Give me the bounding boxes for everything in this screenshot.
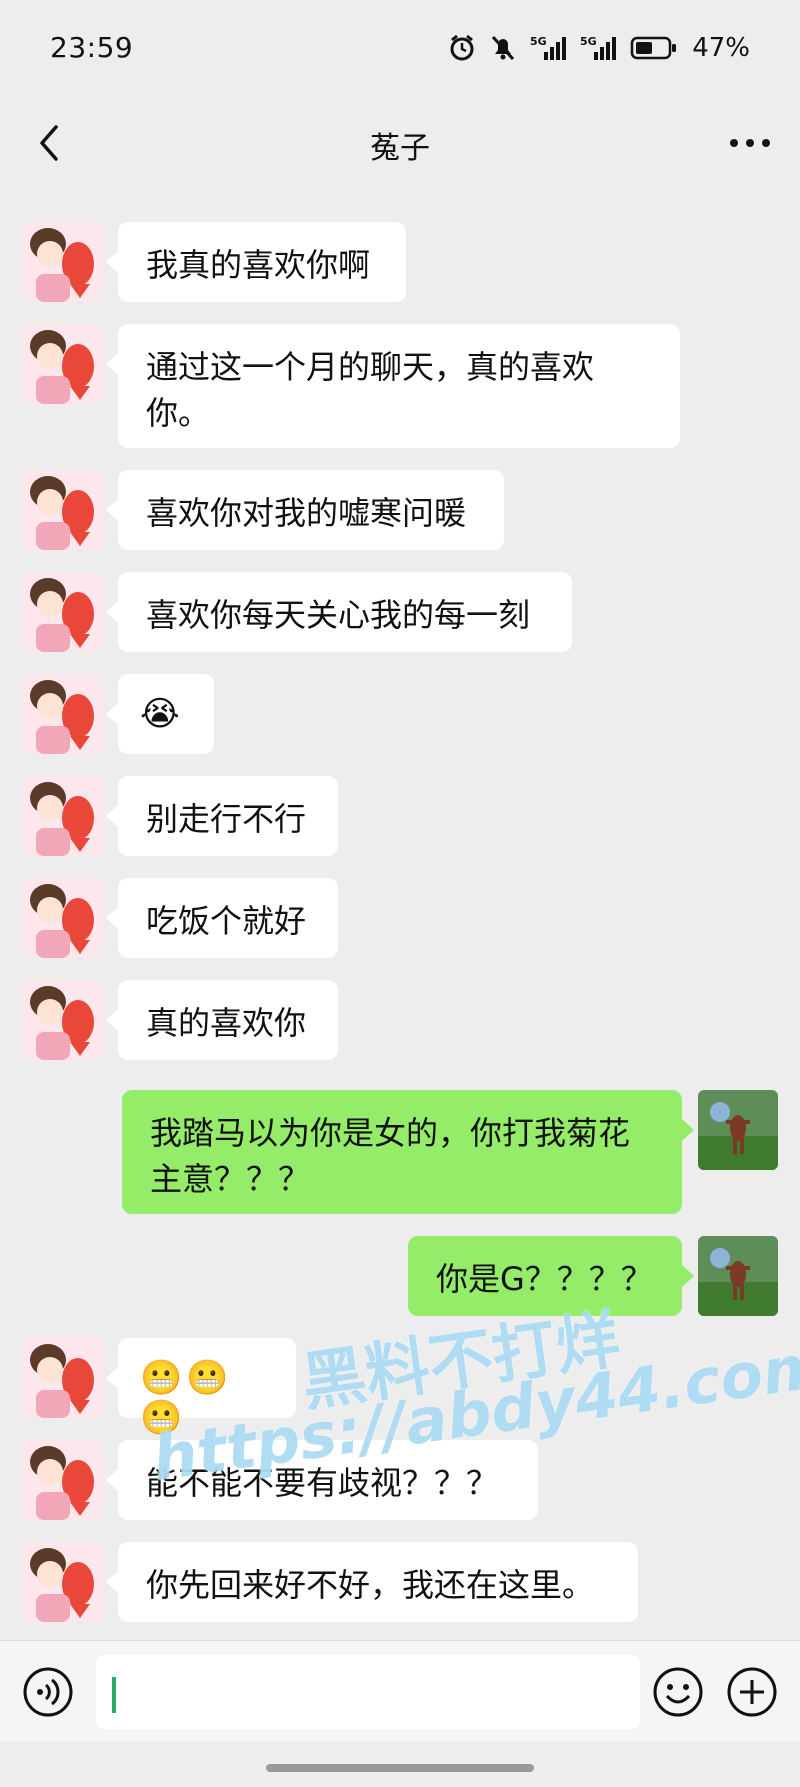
contact-avatar[interactable]: [22, 1440, 102, 1520]
message-text: 喜欢你每天关心我的每一刻: [146, 596, 531, 634]
input-bar: [0, 1640, 800, 1741]
contact-avatar[interactable]: [22, 1542, 102, 1622]
message-text: 喜欢你对我的嘘寒问暖: [146, 494, 467, 532]
status-bar: 23:59 5G 5G 47%: [0, 0, 800, 95]
my-avatar[interactable]: [698, 1090, 778, 1170]
message-bubble[interactable]: 你先回来好不好，我还在这里。: [106, 1542, 638, 1622]
contact-avatar[interactable]: [22, 878, 102, 958]
network-label-2: 5G: [580, 35, 597, 48]
home-indicator: [266, 1764, 534, 1772]
message-bubble[interactable]: 通过这一个月的聊天，真的喜欢你。: [106, 324, 680, 448]
message-text: 别走行不行: [146, 800, 307, 838]
message-input[interactable]: [96, 1655, 640, 1729]
chat-header: 菟子: [0, 95, 800, 195]
message-bubble[interactable]: 我真的喜欢你啊: [106, 222, 406, 302]
contact-avatar[interactable]: [22, 1338, 102, 1418]
message-bubble[interactable]: 喜欢你每天关心我的每一刻: [106, 572, 572, 652]
message-bubble[interactable]: 😭: [106, 674, 214, 754]
contact-avatar[interactable]: [22, 776, 102, 856]
message-bubble[interactable]: 别走行不行: [106, 776, 338, 856]
plus-icon[interactable]: [726, 1666, 778, 1718]
chevron-left-icon[interactable]: [30, 123, 70, 163]
contact-avatar[interactable]: [22, 222, 102, 302]
mute-icon: [490, 34, 516, 62]
status-icons: 5G 5G 47%: [448, 33, 750, 63]
message-text: 我真的喜欢你啊: [146, 246, 371, 284]
message-emoji: 😭: [140, 694, 184, 734]
network-label-1: 5G: [530, 35, 547, 48]
contact-avatar[interactable]: [22, 980, 102, 1060]
message-text: 你先回来好不好，我还在这里。: [146, 1566, 595, 1604]
my-avatar[interactable]: [698, 1236, 778, 1316]
message-text: 我踏马以为你是女的，你打我菊花主意？？？: [150, 1114, 631, 1198]
message-bubble-outgoing[interactable]: 我踏马以为你是女的，你打我菊花主意？？？: [122, 1090, 694, 1214]
voice-icon[interactable]: [22, 1666, 74, 1718]
message-bubble[interactable]: 吃饭个就好: [106, 878, 338, 958]
text-caret: [112, 1677, 116, 1713]
emoji-icon[interactable]: [652, 1666, 704, 1718]
chat-title: 菟子: [370, 131, 430, 166]
message-text: 你是G？？？？: [436, 1260, 653, 1298]
battery-icon: [630, 35, 678, 61]
contact-avatar[interactable]: [22, 674, 102, 754]
message-text: 通过这一个月的聊天，真的喜欢你。: [146, 348, 595, 432]
status-time: 23:59: [50, 31, 134, 64]
message-text: 吃饭个就好: [146, 902, 307, 940]
message-bubble[interactable]: 真的喜欢你: [106, 980, 338, 1060]
signal-5g-icon: 5G: [530, 34, 567, 62]
contact-avatar[interactable]: [22, 572, 102, 652]
more-horizontal-icon[interactable]: [728, 133, 772, 153]
message-text: 真的喜欢你: [146, 1004, 307, 1042]
contact-avatar[interactable]: [22, 324, 102, 404]
contact-avatar[interactable]: [22, 470, 102, 550]
battery-percent: 47%: [692, 32, 750, 63]
alarm-icon: [448, 34, 476, 62]
signal-5g-icon: 5G: [580, 34, 617, 62]
message-bubble[interactable]: 喜欢你对我的嘘寒问暖: [106, 470, 504, 550]
